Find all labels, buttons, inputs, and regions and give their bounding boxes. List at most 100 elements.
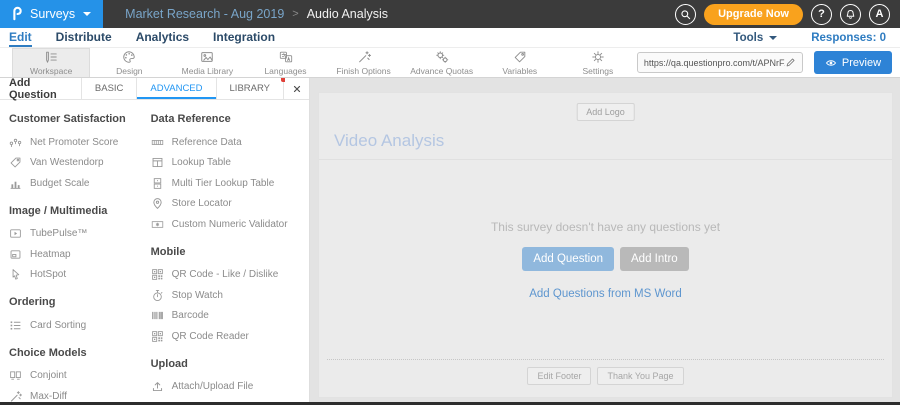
toolbar-item-variables[interactable]: Variables [481,48,559,77]
add-question-button[interactable]: Add Question [522,247,614,271]
caret-down-icon [83,12,92,16]
cursor-icon [9,268,22,281]
toolbar-right-cluster: Preview [636,48,900,77]
stacked-tables-icon [151,177,164,190]
survey-title[interactable]: Video Analysis [334,131,444,151]
question-type-multi-tier-lookup-table[interactable]: Multi Tier Lookup Table [151,173,309,194]
map-pin-icon [151,197,164,210]
workbench: Add Question BASIC ADVANCED LIBRARY Cust… [0,77,900,403]
top-app-bar: Surveys Market Research - Aug 2019 > Aud… [0,0,900,28]
toolbar-item-languages[interactable]: Languages [246,48,324,77]
question-type-budget-scale[interactable]: Budget Scale [9,173,146,194]
help-button[interactable]: ? [811,3,832,25]
section-ordering: Ordering Card Sorting [9,296,146,336]
survey-url-input[interactable] [643,57,785,68]
tab-library[interactable]: LIBRARY [215,78,283,99]
nav-right-cluster: Tools Responses: 0 [733,28,900,47]
section-upload: Upload Attach/Upload File Signature [151,358,309,403]
question-type-stop-watch[interactable]: Stop Watch [151,285,309,306]
editor-toolbar: Workspace Design Media Library Languages… [0,48,900,78]
question-type-store-locator[interactable]: Store Locator [151,194,309,215]
toolbar-item-media-library[interactable]: Media Library [168,48,246,77]
workspace-icon [44,50,58,64]
reference-data-icon [151,136,164,149]
avatar[interactable]: A [869,3,890,25]
notifications-button[interactable] [840,3,861,25]
product-name: Surveys [30,7,76,21]
heatmap-icon [9,248,22,261]
qr-code-icon [151,268,164,281]
empty-state-actions: Add Question Add Intro [319,247,892,271]
gear-icon [591,50,605,64]
question-type-qr-code-like-dislike[interactable]: QR Code - Like / Dislike [151,265,309,286]
section-header: Upload [150,357,188,370]
breadcrumb-separator: > [292,8,299,20]
thank-you-page-button[interactable]: Thank You Page [597,367,684,385]
upgrade-button[interactable]: Upgrade Now [704,3,803,25]
barcode-icon [151,309,164,322]
image-icon [200,50,214,64]
question-type-attach-upload-file[interactable]: Attach/Upload File [151,377,309,398]
question-type-max-diff[interactable]: Max-Diff [9,386,146,402]
question-type-reference-data[interactable]: Reference Data [151,132,309,153]
question-type-net-promoter-score[interactable]: Net Promoter Score [9,132,146,153]
survey-builder-page: Surveys Market Research - Aug 2019 > Aud… [0,0,900,405]
footer-actions: Edit Footer Thank You Page [319,367,892,385]
breadcrumb: Market Research - Aug 2019 > Audio Analy… [125,7,388,21]
toolbar-item-design[interactable]: Design [90,48,168,77]
toolbar-item-advance-quotas[interactable]: Advance Quotas [403,48,481,77]
question-type-lookup-table[interactable]: Lookup Table [151,153,309,174]
section-mobile: Mobile QR Code - Like / Dislike Stop Wat… [151,246,309,347]
nav-tab-integration[interactable]: Integration [213,28,275,47]
video-icon [9,227,22,240]
empty-state: This survey doesn't have any questions y… [319,220,892,302]
product-switcher[interactable]: Surveys [0,0,104,28]
edit-url-pencil-icon[interactable] [785,57,796,68]
add-logo-button[interactable]: Add Logo [576,103,635,121]
question-type-heatmap[interactable]: Heatmap [9,244,146,265]
nav-tab-edit[interactable]: Edit [9,28,32,47]
nav-tab-analytics[interactable]: Analytics [136,28,189,47]
section-image-multimedia: Image / Multimedia TubePulse™ Heatmap Ho… [9,205,146,286]
toolbar-item-workspace[interactable]: Workspace [12,48,91,77]
section-data-reference: Data Reference Reference Data Lookup Tab… [151,113,309,235]
section-choice-models: Choice Models Conjoint Max-Diff [9,347,146,403]
nps-icon [9,136,22,149]
list-icon [9,319,22,332]
question-type-column-2: Data Reference Reference Data Lookup Tab… [151,108,309,402]
nav-tab-distribute[interactable]: Distribute [56,28,112,47]
question-type-van-westendorp[interactable]: Van Westendorp [9,153,146,174]
question-type-hotspot[interactable]: HotSpot [9,265,146,286]
section-header: Ordering [9,296,56,308]
question-type-conjoint[interactable]: Conjoint [9,366,146,387]
toolbar-item-settings[interactable]: Settings [559,48,637,77]
tools-label: Tools [733,31,764,44]
tab-basic[interactable]: BASIC [80,78,137,99]
survey-canvas-area: Add Logo Video Analysis This survey does… [310,78,900,402]
search-button[interactable] [675,3,697,25]
question-type-tubepulse[interactable]: TubePulse™ [9,224,146,245]
responses-count[interactable]: Responses: 0 [811,32,886,44]
question-type-qr-code-reader[interactable]: QR Code Reader [151,326,309,347]
add-from-ms-word-link[interactable]: Add Questions from MS Word [529,288,682,300]
question-type-custom-numeric-validator[interactable]: Custom Numeric Validator [151,214,309,235]
cards-icon [9,369,22,382]
close-panel-button[interactable] [283,78,309,99]
qr-code-icon [151,330,164,343]
tab-advanced[interactable]: ADVANCED [136,78,215,99]
question-type-card-sorting[interactable]: Card Sorting [9,315,146,336]
tag-icon [513,50,527,64]
edit-footer-button[interactable]: Edit Footer [527,367,592,385]
caret-down-icon [769,35,778,40]
notification-dot [281,78,285,82]
add-intro-button[interactable]: Add Intro [620,247,689,271]
breadcrumb-folder[interactable]: Market Research - Aug 2019 [125,7,284,21]
question-type-barcode[interactable]: Barcode [151,306,309,327]
table-icon [151,156,164,169]
upload-icon [151,380,164,393]
preview-button[interactable]: Preview [813,51,893,74]
tools-menu[interactable]: Tools [733,31,778,44]
topbar-actions: Upgrade Now ? A [675,3,900,25]
validator-icon [151,218,164,231]
toolbar-item-finish-options[interactable]: Finish Options [325,48,403,77]
